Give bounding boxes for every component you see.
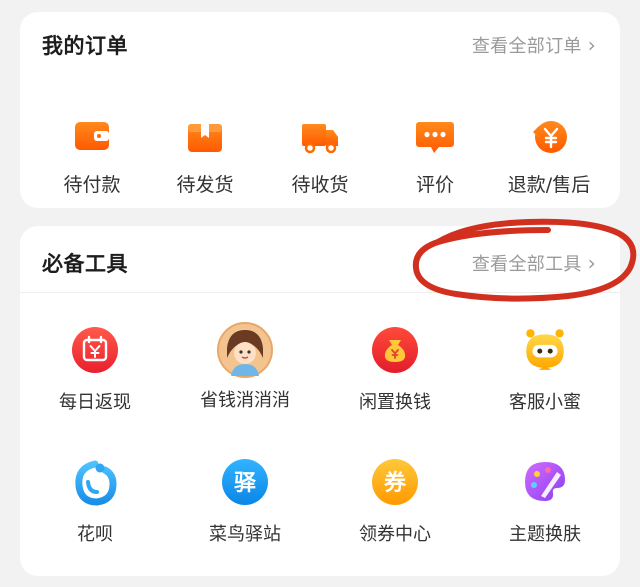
wallet-icon	[75, 122, 109, 150]
cainiao-glyph: 驿	[234, 471, 257, 496]
orders-header: 我的订单 查看全部订单 ›	[20, 12, 620, 76]
view-all-tools-link[interactable]: 查看全部工具 ›	[472, 250, 596, 276]
order-item-label: 退款/售后	[507, 174, 591, 196]
chevron-right-icon: ›	[587, 33, 596, 57]
tool-label: 省钱消消消	[200, 390, 290, 411]
tool-coupon-center[interactable]: 券 领券中心	[320, 458, 470, 546]
tool-label: 菜鸟驿站	[209, 524, 281, 545]
order-pending-shipment[interactable]: 待发货	[150, 116, 260, 197]
tool-save-money-game[interactable]: 省钱消消消	[170, 322, 320, 412]
order-item-label: 待付款	[63, 174, 121, 196]
palette-icon	[525, 462, 565, 501]
tool-label: 客服小蜜	[509, 392, 581, 413]
tools-header: 必备工具 查看全部工具 ›	[20, 226, 620, 293]
coupon-icon: 券	[372, 459, 418, 505]
view-all-orders-link[interactable]: 查看全部订单 ›	[472, 32, 596, 58]
tool-label: 每日返现	[59, 392, 131, 413]
truck-icon	[302, 124, 338, 154]
view-all-tools-label: 查看全部工具	[471, 254, 582, 275]
chevron-right-icon: ›	[587, 251, 596, 275]
tool-theme-skin[interactable]: 主题换肤	[470, 458, 620, 546]
tool-customer-service[interactable]: 客服小蜜	[470, 324, 620, 414]
order-item-label: 待收货	[291, 174, 349, 196]
tool-daily-cashback[interactable]: 每日返现	[20, 326, 170, 414]
view-all-orders-label: 查看全部订单	[471, 36, 582, 57]
orders-status-row: 待付款 待发货 待收货 评价 退款/售后	[20, 116, 620, 208]
tools-card: 必备工具 查看全部工具 › 每日返现 省钱消消消 闲置换钱 客服小蜜 花呗 驿 …	[20, 226, 620, 576]
order-item-label: 待发货	[176, 174, 234, 196]
service-robot-icon	[526, 329, 564, 370]
package-icon	[188, 124, 222, 152]
daily-cashback-icon	[72, 327, 118, 373]
tools-title: 必备工具	[42, 252, 128, 276]
tool-huabei[interactable]: 花呗	[20, 458, 170, 546]
tool-cainiao[interactable]: 驿 菜鸟驿站	[170, 458, 320, 546]
orders-card: 我的订单 查看全部订单 › 待付款 待发货 待收货 评价 退款/售后	[20, 12, 620, 208]
order-review[interactable]: 评价	[380, 116, 490, 197]
money-bag-icon	[372, 327, 418, 373]
refund-icon	[533, 121, 567, 153]
avatar-game-icon	[217, 322, 273, 378]
tool-label: 花呗	[77, 524, 113, 545]
orders-title: 我的订单	[42, 34, 128, 58]
tool-label: 闲置换钱	[359, 392, 431, 413]
tool-label: 主题换肤	[509, 524, 581, 545]
cainiao-icon: 驿	[222, 459, 268, 505]
tool-idle-cash[interactable]: 闲置换钱	[320, 326, 470, 414]
tool-label: 领券中心	[359, 524, 431, 545]
huabei-icon	[75, 460, 117, 506]
coupon-glyph: 券	[383, 470, 407, 496]
order-pending-receipt[interactable]: 待收货	[265, 116, 375, 197]
order-item-label: 评价	[415, 174, 454, 196]
order-pending-payment[interactable]: 待付款	[37, 116, 147, 197]
order-refund-aftersale[interactable]: 退款/售后	[494, 116, 604, 197]
comment-icon	[416, 122, 454, 153]
